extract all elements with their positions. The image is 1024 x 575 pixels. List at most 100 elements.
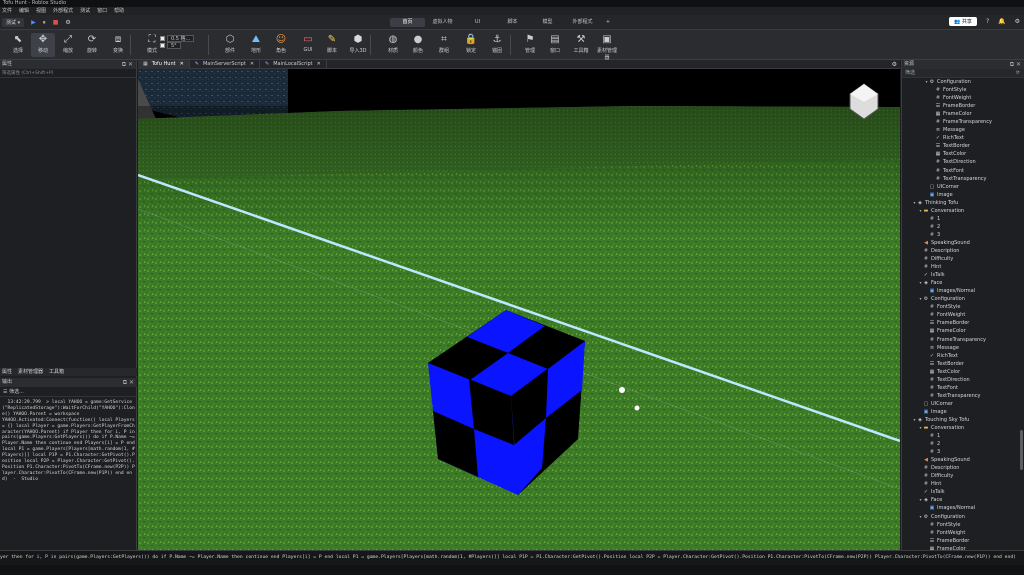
explorer-tree-item[interactable]: ▦ FrameColor (902, 327, 1024, 335)
explorer-tree-item[interactable]: # TextDirection (902, 158, 1024, 166)
ribbon-tab[interactable]: 首页 (390, 18, 425, 27)
explorer-tree-item[interactable]: ◀ SpeakingSound (902, 239, 1024, 247)
settings-gear-icon[interactable]: ⚙ (1015, 18, 1020, 25)
ribbon-button-material[interactable]: ◍ 材质 (381, 33, 405, 57)
explorer-tree-item[interactable]: ≡ Message (902, 126, 1024, 134)
explorer-tree-item[interactable]: ☰ TextBorder (902, 360, 1024, 368)
explorer-tree-item[interactable]: # Difficulty (902, 472, 1024, 480)
explorer-tree-item[interactable]: ▾ ◈ Face (902, 496, 1024, 504)
explorer-tree-item[interactable]: # FontWeight (902, 311, 1024, 319)
explorer-tree-item[interactable]: # FontWeight (902, 94, 1024, 102)
snap-move-option[interactable]: 0.5 格... (160, 35, 195, 42)
ribbon-tab[interactable]: + (600, 18, 616, 27)
explorer-tree-item[interactable]: #3 (902, 448, 1024, 456)
left-panel-tab[interactable]: 属性 (2, 368, 12, 376)
explorer-tree-item[interactable]: ▾ ⚙ Configuration (902, 513, 1024, 521)
attachment-dot[interactable] (619, 387, 625, 393)
explorer-tree-item[interactable]: ▦ TextColor (902, 368, 1024, 376)
explorer-tree-item[interactable]: # TextTransparency (902, 175, 1024, 183)
document-tab[interactable]: ✎ MainServerScript ✕ (190, 60, 261, 69)
output-filter-dropdown[interactable]: 筛选... (9, 389, 24, 395)
menu-item[interactable]: 外部程式 (53, 7, 73, 15)
explorer-tree-item[interactable]: ▣ Image (902, 408, 1024, 416)
settings-icon[interactable]: ⚙ (65, 19, 70, 26)
menu-item[interactable]: 窗口 (97, 7, 107, 15)
ribbon-button-lock[interactable]: 🔒 锁定 (459, 33, 483, 57)
explorer-tree-item[interactable]: # TextFont (902, 167, 1024, 175)
explorer-tree-item[interactable]: # TextFont (902, 384, 1024, 392)
explorer-tree-item[interactable]: # FontStyle (902, 521, 1024, 529)
ribbon-button-window[interactable]: ▤ 窗口 (543, 33, 567, 57)
explorer-tree-item[interactable]: ▣ Images/Normal (902, 287, 1024, 295)
explorer-tree-item[interactable]: ▾ ⚙ Configuration (902, 295, 1024, 303)
explorer-tree-item[interactable]: ▾ ◈ Face (902, 279, 1024, 287)
attachment-dot[interactable] (634, 405, 640, 411)
3d-viewport[interactable] (138, 69, 900, 550)
stop-icon[interactable]: ■ (53, 19, 59, 26)
snap-move-field[interactable]: 0.5 格... (167, 35, 195, 42)
ribbon-button-transform[interactable]: ⧈ 变换 (106, 33, 130, 57)
ribbon-button-manage[interactable]: ⚑ 管理 (518, 33, 542, 57)
menu-item[interactable]: 测试 (80, 7, 90, 15)
explorer-tree-item[interactable]: #2 (902, 440, 1024, 448)
explorer-tree-item[interactable]: ≡ Message (902, 344, 1024, 352)
explorer-tree-item[interactable]: #2 (902, 223, 1024, 231)
explorer-tree-item[interactable]: # FontStyle (902, 86, 1024, 94)
explorer-tree-item[interactable]: #3 (902, 231, 1024, 239)
explorer-tree-item[interactable]: # TextDirection (902, 376, 1024, 384)
ribbon-button-rotate[interactable]: ⟳ 旋转 (80, 33, 104, 57)
explorer-tree-item[interactable]: ◀ SpeakingSound (902, 456, 1024, 464)
test-mode-dropdown[interactable]: 测试 ▾ (2, 18, 25, 27)
explorer-tree-item[interactable]: ☰ FrameBorder (902, 102, 1024, 110)
explorer-tree-item[interactable]: ▦ TextColor (902, 150, 1024, 158)
help-icon[interactable]: ? (986, 18, 989, 25)
document-tab[interactable]: ✎ MainLocalScript ✕ (260, 60, 327, 69)
ribbon-button-color[interactable]: ● 颜色 (406, 33, 430, 57)
viewport-settings-icon[interactable]: ⚙ (892, 60, 897, 69)
explorer-tree-item[interactable]: # Description (902, 247, 1024, 255)
properties-filter-input[interactable]: 筛选属性 (Ctrl+Shift+P) (0, 69, 136, 78)
explorer-tree-item[interactable]: ▣ Image (902, 191, 1024, 199)
explorer-tree-item[interactable]: # Hint (902, 480, 1024, 488)
ribbon-tab[interactable]: 模型 (530, 18, 565, 27)
explorer-tree-item[interactable]: ☰ FrameBorder (902, 537, 1024, 545)
snap-rotate-option[interactable]: 5° (160, 42, 194, 49)
ribbon-tab[interactable]: 外部程式 (565, 18, 600, 27)
ribbon-button-gui[interactable]: ▭ GUI (296, 33, 320, 57)
notifications-icon[interactable]: 🔔 (998, 18, 1005, 25)
ribbon-button-scale[interactable]: ⤢ 缩放 (56, 33, 80, 57)
ribbon-button-import3d[interactable]: ⬢ 导入3D (346, 33, 370, 57)
ribbon-button-character[interactable]: ☺ 角色 (269, 33, 293, 57)
explorer-tree-item[interactable]: ▾ ▬ Conversation (902, 424, 1024, 432)
explorer-tree-item[interactable]: ☰ FrameBorder (902, 319, 1024, 327)
menu-item[interactable]: 帮助 (114, 7, 124, 15)
share-button[interactable]: 👥 共享 (949, 17, 977, 26)
tab-close-icon[interactable]: ✕ (250, 60, 254, 69)
snap-rotate-field[interactable]: 5° (167, 42, 181, 49)
tab-close-icon[interactable]: ✕ (180, 60, 184, 69)
menu-item[interactable]: 视图 (36, 7, 46, 15)
explorer-tree-item[interactable]: #1 (902, 432, 1024, 440)
output-close-icon[interactable]: ⧉ ✕ (123, 378, 134, 387)
explorer-tree-item[interactable]: ▦ FrameColor (902, 110, 1024, 118)
explorer-tree-item[interactable]: # FrameTransparency (902, 118, 1024, 126)
ribbon-button-anchor[interactable]: ⚓ 锚固 (485, 33, 509, 57)
ribbon-tab[interactable]: 虚拟人物 (425, 18, 460, 27)
ribbon-button-move[interactable]: ✥ 移动 (31, 33, 55, 57)
panel-close-icon[interactable]: ⧉ ✕ (122, 60, 133, 69)
menu-item[interactable]: 文件 (2, 7, 12, 15)
explorer-tree-item[interactable]: ✓ IsTalk (902, 488, 1024, 496)
explorer-tree-item[interactable]: ▢ UICorner (902, 400, 1024, 408)
ribbon-button-part[interactable]: ⬡ 部件 (218, 33, 242, 57)
play-icon[interactable]: ▶ (31, 19, 36, 26)
ribbon-tab[interactable]: 脚本 (495, 18, 530, 27)
explorer-tree-item[interactable]: ▾ ◈ Thinking Tofu (902, 199, 1024, 207)
ribbon-button-asset-manager[interactable]: ▣ 素材管理器 (595, 33, 619, 61)
explorer-tree-item[interactable]: # Description (902, 464, 1024, 472)
tab-close-icon[interactable]: ✕ (317, 60, 321, 69)
menu-item[interactable]: 编辑 (19, 7, 29, 15)
explorer-scrollbar[interactable] (1020, 430, 1023, 470)
menu-icon[interactable]: ☰ (3, 389, 7, 395)
ribbon-button-group[interactable]: ⌗ 群组 (432, 33, 456, 57)
explorer-tree-item[interactable]: ✓ RichText (902, 134, 1024, 142)
